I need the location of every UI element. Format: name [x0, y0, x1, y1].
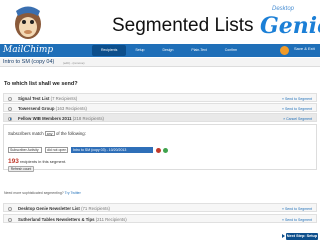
tab-confirm[interactable]: Confirm [216, 45, 246, 56]
arrow-right-icon [282, 234, 285, 238]
mailchimp-logo: MailChimp [3, 45, 54, 55]
segment-builder: Subscribers match any of the following: … [3, 124, 317, 172]
segment-recipient-count: 193 recipients in this segment. [8, 158, 67, 165]
match-type-select[interactable]: any [44, 131, 55, 137]
list-radio[interactable] [8, 217, 12, 222]
list-name: Fellow WIB Members 2011 (218 Recipients) [18, 116, 104, 121]
segment-match-line: Subscribers match any of the following: [8, 131, 86, 137]
send-to-segment-link[interactable]: » Send to Segment [282, 97, 312, 101]
send-to-segment-link[interactable]: » Send to Segment [282, 218, 312, 222]
refresh-count-button[interactable]: Refresh count [8, 166, 34, 172]
list-item[interactable]: Towersend Group (163 Recipients) » Send … [3, 103, 317, 112]
mailchimp-mascot-icon [15, 6, 41, 39]
add-condition-icon[interactable] [163, 147, 168, 153]
list-name: Signal Test List (7 Recipients) [18, 96, 78, 101]
tab-recipients[interactable]: Recipients [92, 45, 127, 56]
cancel-segment-link[interactable]: » Cancel Segment [283, 117, 312, 121]
send-to-segment-link[interactable]: » Send to Segment [282, 107, 312, 111]
list-item-selected[interactable]: Fellow WIB Members 2011 (218 Recipients)… [3, 113, 317, 122]
gear-icon[interactable] [280, 46, 289, 55]
save-and-exit-button[interactable]: Save & Exit [294, 46, 315, 51]
tab-setup[interactable]: Setup [126, 45, 153, 56]
list-radio[interactable] [8, 96, 12, 101]
list-question-heading: To which list shall we send? [4, 81, 78, 87]
tab-design[interactable]: Design [154, 45, 183, 56]
list-item[interactable]: Desktop Genie Newsletter List (71 Recipi… [3, 203, 317, 212]
list-item[interactable]: Signal Test List (7 Recipients) » Send t… [3, 93, 317, 102]
list-name: Sutherland Tables Newsletters & Tips (21… [18, 217, 127, 222]
list-name: Desktop Genie Newsletter List (71 Recipi… [18, 206, 110, 211]
list-radio[interactable] [8, 106, 12, 111]
send-to-segment-link[interactable]: » Send to Segment [282, 207, 312, 211]
need-more-segmenting: Need more sophisticated segmenting? Try … [4, 191, 81, 195]
list-item[interactable]: Sutherland Tables Newsletters & Tips (21… [3, 214, 317, 223]
campaign-title-row: Intro to SM (copy 04) (edit) - (remove) [0, 58, 320, 67]
try-link[interactable]: Try Twitter [65, 191, 81, 195]
list-radio[interactable] [8, 116, 12, 121]
desktop-genie-logo: Genie [260, 13, 320, 39]
app-header: MailChimp Recipients Setup Design Plain-… [0, 44, 320, 57]
segment-condition-row: Subscriber Activity did not open Intro t… [8, 147, 308, 154]
condition-field-select[interactable]: Subscriber Activity [8, 147, 42, 153]
remove-condition-icon[interactable] [156, 147, 161, 153]
campaign-edit-link[interactable]: (edit) - (remove) [63, 61, 85, 65]
condition-value-select[interactable]: Intro to SM (copy 03) - 10/20/2013 [71, 147, 153, 153]
campaign-title: Intro to SM (copy 04) [3, 59, 55, 65]
desktop-genie-tagline: Desktop [272, 6, 295, 12]
next-step-button[interactable]: Next Step: Setup [286, 233, 318, 240]
list-radio[interactable] [8, 206, 12, 211]
campaign-steps-nav: Recipients Setup Design Plain-Text Confi… [92, 45, 246, 56]
list-name: Towersend Group (163 Recipients) [18, 106, 87, 111]
condition-operator-select[interactable]: did not open [45, 147, 68, 153]
slide-title: Segmented Lists [112, 15, 254, 36]
tab-plain-text[interactable]: Plain-Text [182, 45, 215, 56]
